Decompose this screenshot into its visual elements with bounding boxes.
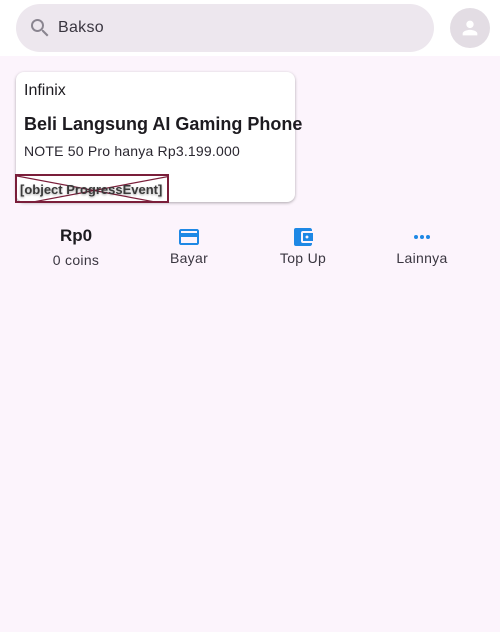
- page: Infinix Beli Langsung AI Gaming Phone NO…: [0, 0, 500, 632]
- search-input[interactable]: [58, 4, 418, 52]
- balance-amount: Rp0: [59, 226, 93, 245]
- broken-image-placeholder: [object ProgressEvent]: [15, 174, 169, 203]
- search-icon: [31, 19, 49, 37]
- credit-card-icon: [177, 226, 201, 248]
- wallet-icon: [291, 226, 315, 248]
- lainnya-label: Lainnya: [396, 250, 448, 266]
- more-horiz-icon: [410, 226, 434, 248]
- promo-title: Beli Langsung AI Gaming Phone: [24, 114, 303, 134]
- lainnya-button[interactable]: Lainnya: [377, 226, 467, 270]
- person-icon: [462, 20, 478, 36]
- topup-label: Top Up: [279, 250, 327, 266]
- bayar-button[interactable]: Bayar: [144, 226, 234, 270]
- balance-coins: 0 coins: [52, 252, 100, 268]
- promo-card[interactable]: Infinix Beli Langsung AI Gaming Phone NO…: [15, 72, 302, 203]
- broken-image-text: [object ProgressEvent]: [20, 182, 163, 197]
- promo-brand: Infinix: [24, 82, 66, 99]
- topup-button[interactable]: Top Up: [258, 226, 348, 270]
- search-bar[interactable]: [16, 4, 434, 52]
- promo-subtitle: NOTE 50 Pro hanya Rp3.199.000: [24, 143, 240, 159]
- balance-section[interactable]: Rp0 0 coins: [40, 226, 112, 268]
- app-bar: [0, 0, 500, 56]
- bayar-label: Bayar: [169, 250, 209, 266]
- avatar[interactable]: [450, 8, 490, 48]
